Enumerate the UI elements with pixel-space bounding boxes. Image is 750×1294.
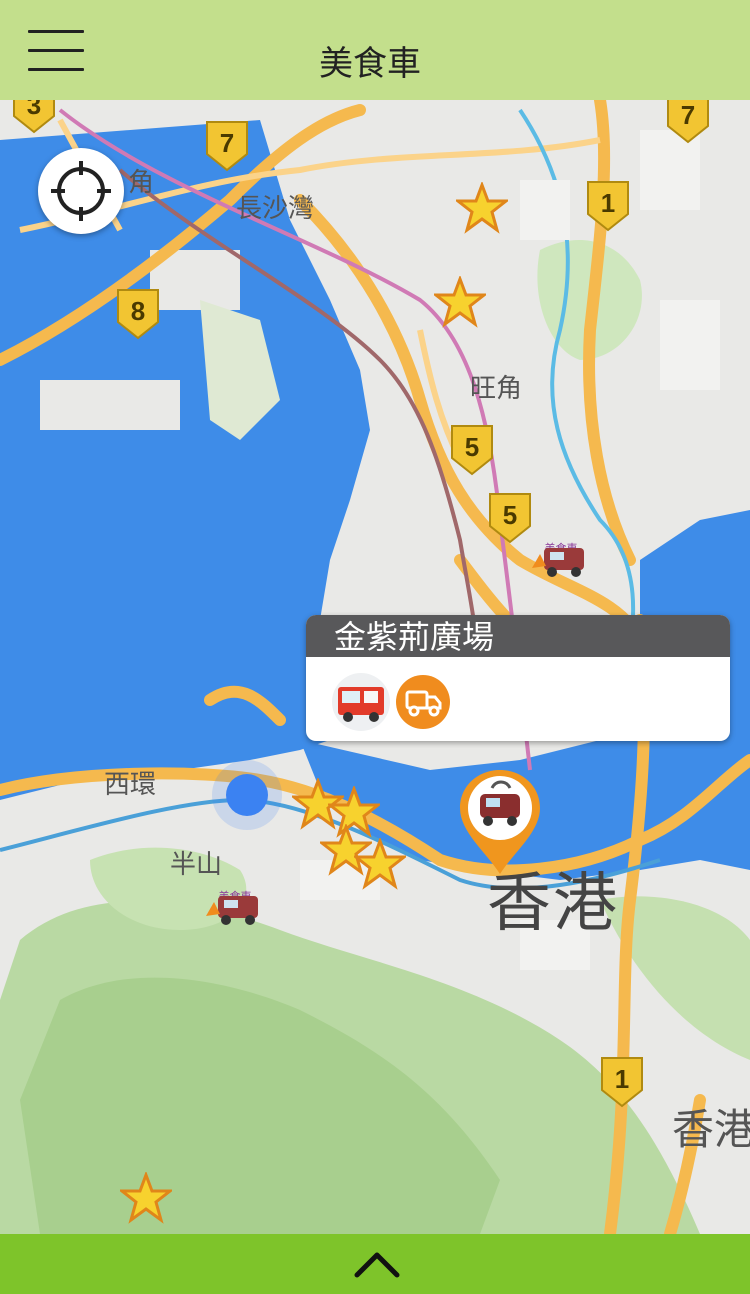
place-label: 西環 — [104, 770, 157, 800]
svg-text:7: 7 — [220, 128, 234, 158]
place-label: 旺角 — [470, 374, 523, 404]
svg-text:1: 1 — [601, 188, 615, 218]
place-label: 半山 — [170, 850, 223, 880]
location-popup[interactable]: 金紫荊廣場 — [306, 615, 730, 741]
food-truck-photo-icon — [338, 687, 384, 722]
svg-text:5: 5 — [503, 500, 517, 530]
star-marker-icon[interactable] — [456, 182, 508, 234]
truck-icon[interactable] — [396, 675, 450, 729]
popup-title: 金紫荊廣場 — [306, 615, 730, 657]
place-label: 角 — [128, 168, 155, 198]
food-truck-marker[interactable]: 美食車 — [204, 888, 266, 944]
star-marker-icon[interactable] — [354, 838, 406, 890]
food-truck-icon — [206, 896, 258, 925]
app-header: 美食車 — [0, 0, 750, 100]
place-label: 香港 — [672, 1105, 750, 1154]
food-truck-thumbnail[interactable] — [332, 673, 390, 731]
page-title: 美食車 — [319, 44, 421, 84]
svg-text:8: 8 — [131, 296, 145, 326]
star-marker-icon[interactable] — [120, 1172, 172, 1224]
locate-me-button[interactable] — [38, 148, 124, 234]
user-location-dot — [226, 774, 268, 816]
food-truck-marker[interactable]: 美食車 — [530, 540, 592, 596]
svg-text:3: 3 — [27, 100, 41, 120]
food-truck-icon — [532, 548, 584, 577]
place-label: 長沙灣 — [236, 194, 315, 224]
crosshair-icon — [51, 161, 111, 221]
chevron-up-icon[interactable] — [353, 1249, 401, 1279]
star-marker-icon[interactable] — [434, 276, 486, 328]
svg-text:1: 1 — [615, 1064, 629, 1094]
svg-text:5: 5 — [465, 432, 479, 462]
place-label: 香港 — [487, 867, 619, 941]
svg-text:7: 7 — [681, 100, 695, 130]
